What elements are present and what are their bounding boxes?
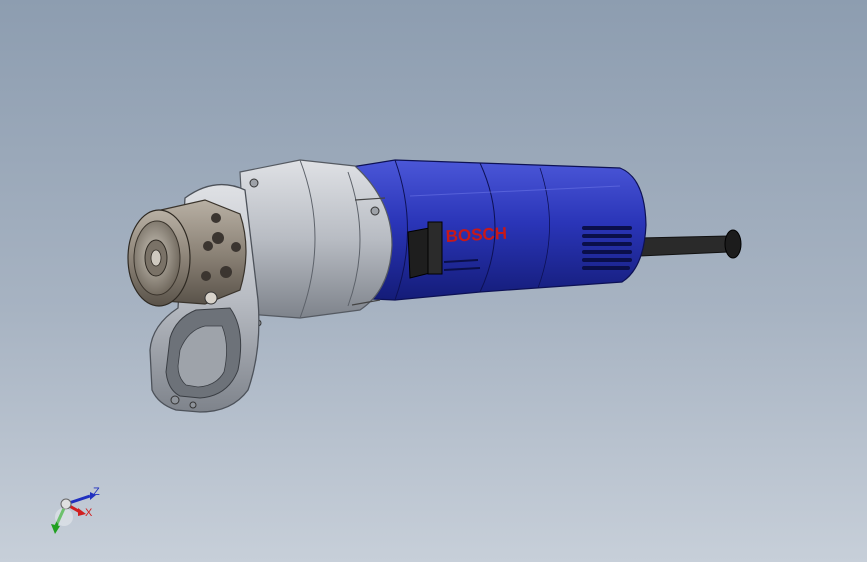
rear-handle-rod (639, 229, 742, 259)
power-tool-3d-model[interactable]: BOSCH Z X (0, 0, 867, 562)
x-axis-label: X (85, 507, 93, 519)
brand-label: BOSCH (445, 224, 507, 246)
cad-graphics-viewport[interactable]: BOSCH Z X (0, 0, 867, 562)
chuck-nose (127, 199, 247, 307)
gear-housing (236, 159, 393, 327)
z-axis-label: Z (93, 486, 100, 498)
